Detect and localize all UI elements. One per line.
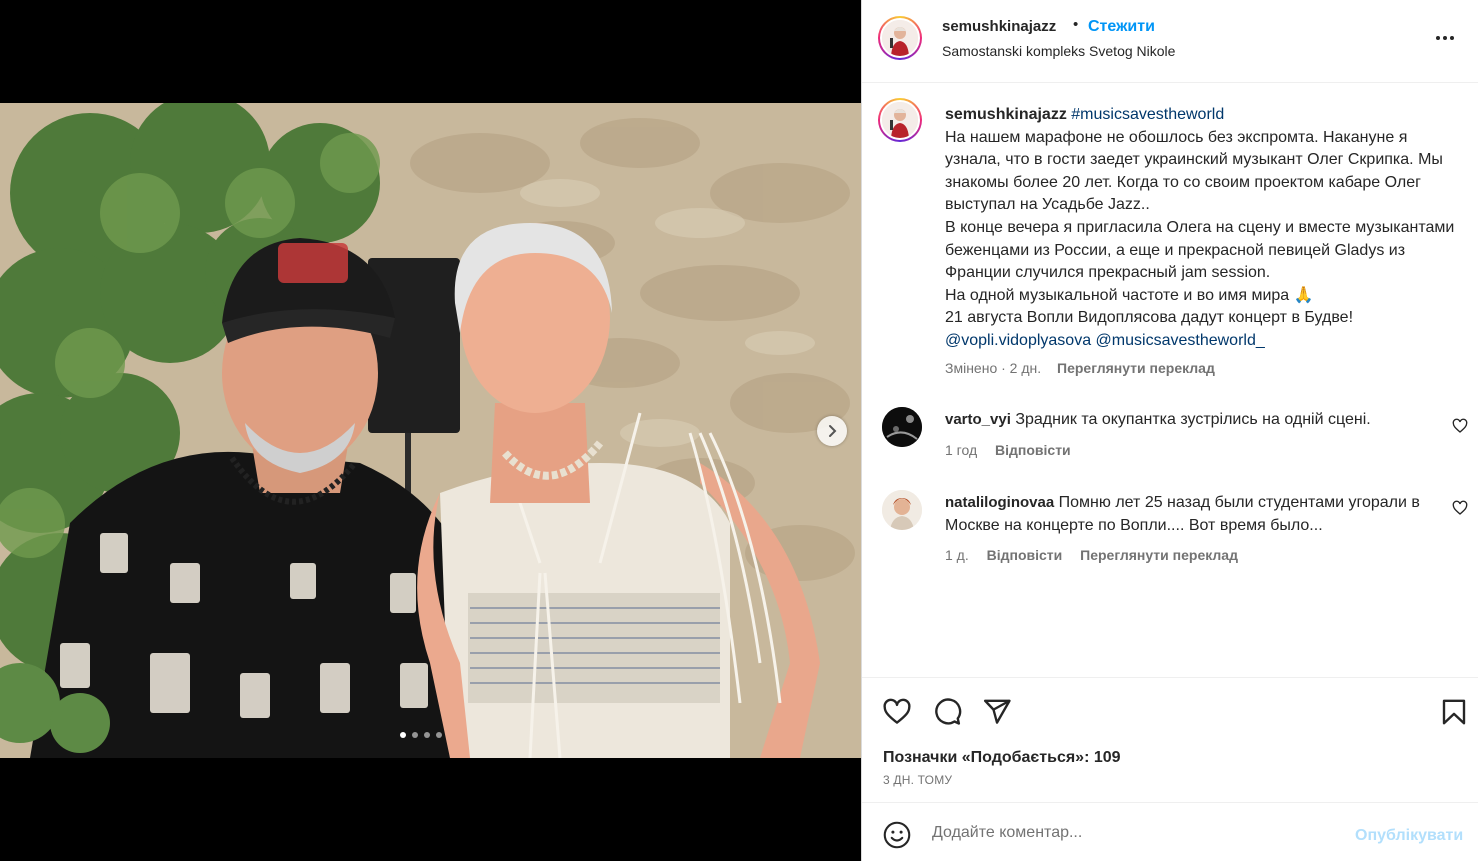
more-options-icon[interactable]: [1430, 28, 1460, 48]
photo-image: [0, 103, 861, 758]
likes-count[interactable]: Позначки «Подобається»: 109: [883, 749, 1121, 767]
reply-button[interactable]: Відповісти: [995, 442, 1071, 458]
avatar-image: [882, 407, 922, 447]
carousel-dots: [400, 732, 442, 738]
carousel-dot: [436, 732, 442, 738]
commenter-avatar[interactable]: [882, 407, 922, 447]
see-translation-link[interactable]: Переглянути переклад: [1057, 360, 1215, 376]
author-username[interactable]: semushkinajazz: [942, 18, 1056, 35]
comment-time: 1 д.: [945, 547, 969, 563]
paper-plane-icon[interactable]: [982, 697, 1012, 727]
dot-separator: •: [1073, 16, 1079, 33]
caption-edited-time: Змінено · 2 дн.: [945, 360, 1042, 376]
carousel-next-button[interactable]: [817, 416, 847, 446]
add-comment-bar: Опублікувати: [862, 802, 1478, 861]
commenter-avatar[interactable]: [882, 490, 922, 530]
comment-meta: 1 д. Відповісти Переглянути переклад: [945, 547, 1238, 563]
comment-like-icon[interactable]: [1452, 500, 1468, 516]
caption-paragraph: В конце вечера я пригласила Олега на сце…: [945, 218, 1455, 282]
see-translation-link[interactable]: Переглянути переклад: [1080, 547, 1238, 563]
caption-author-avatar[interactable]: [878, 98, 922, 142]
comment-time: 1 год: [945, 442, 978, 458]
comment-username[interactable]: nataliloginovaa: [945, 494, 1054, 511]
avatar-image: [882, 490, 922, 530]
post-details-panel: semushkinajazz • Стежити Samostanski kom…: [861, 0, 1478, 861]
post-location[interactable]: Samostanski kompleks Svetog Nikole: [942, 43, 1175, 59]
avatar-image: [882, 102, 918, 138]
carousel-dot: [412, 732, 418, 738]
heart-icon[interactable]: [882, 697, 912, 727]
follow-button[interactable]: Стежити: [1088, 18, 1155, 36]
caption-mention[interactable]: @vopli.vidoplyasova: [945, 332, 1091, 349]
caption-paragraph: На нашем марафоне не обошлось без экспро…: [945, 128, 1443, 214]
caption-meta: Змінено · 2 дн. Переглянути переклад: [945, 360, 1215, 376]
post-photo: [0, 103, 861, 758]
post-header: semushkinajazz • Стежити Samostanski kom…: [862, 0, 1478, 83]
comment-text: Зрадник та окупантка зустрілись на одній…: [1015, 411, 1371, 428]
media-viewer: [0, 0, 861, 861]
bookmark-icon[interactable]: [1439, 697, 1469, 727]
caption-paragraph: На одной музыкальной частоте и во имя ми…: [945, 286, 1314, 304]
caption-hashtag[interactable]: #musicsavestheworld: [1071, 106, 1224, 123]
comment-meta: 1 год Відповісти: [945, 442, 1071, 458]
avatar-image: [882, 20, 918, 56]
comment-item: varto_vyi Зрадник та окупантка зустрілис…: [945, 408, 1455, 431]
publish-comment-button[interactable]: Опублікувати: [1355, 827, 1463, 845]
comment-username[interactable]: varto_vyi: [945, 411, 1011, 428]
reply-button[interactable]: Відповісти: [987, 547, 1063, 563]
caption-paragraph: 21 августа Вопли Видоплясова дадут конце…: [945, 309, 1354, 327]
post-actions: Позначки «Подобається»: 109 3 ДН. ТОМУ: [862, 677, 1478, 802]
emoji-smiley-icon[interactable]: [883, 821, 911, 849]
chevron-right-icon: [829, 425, 837, 437]
post-timestamp[interactable]: 3 ДН. ТОМУ: [883, 773, 952, 787]
author-avatar[interactable]: [878, 16, 922, 60]
comment-bubble-icon[interactable]: [932, 697, 962, 727]
caption-mention[interactable]: @musicsavestheworld_: [1096, 332, 1265, 349]
carousel-dot: [400, 732, 406, 738]
caption-username[interactable]: semushkinajazz: [945, 106, 1067, 123]
comment-input[interactable]: [932, 820, 1332, 846]
carousel-dot: [424, 732, 430, 738]
comment-like-icon[interactable]: [1452, 418, 1468, 434]
post-caption: semushkinajazz #musicsavestheworld На на…: [945, 104, 1455, 353]
comment-item: nataliloginovaa Помню лет 25 назад были …: [945, 491, 1455, 537]
